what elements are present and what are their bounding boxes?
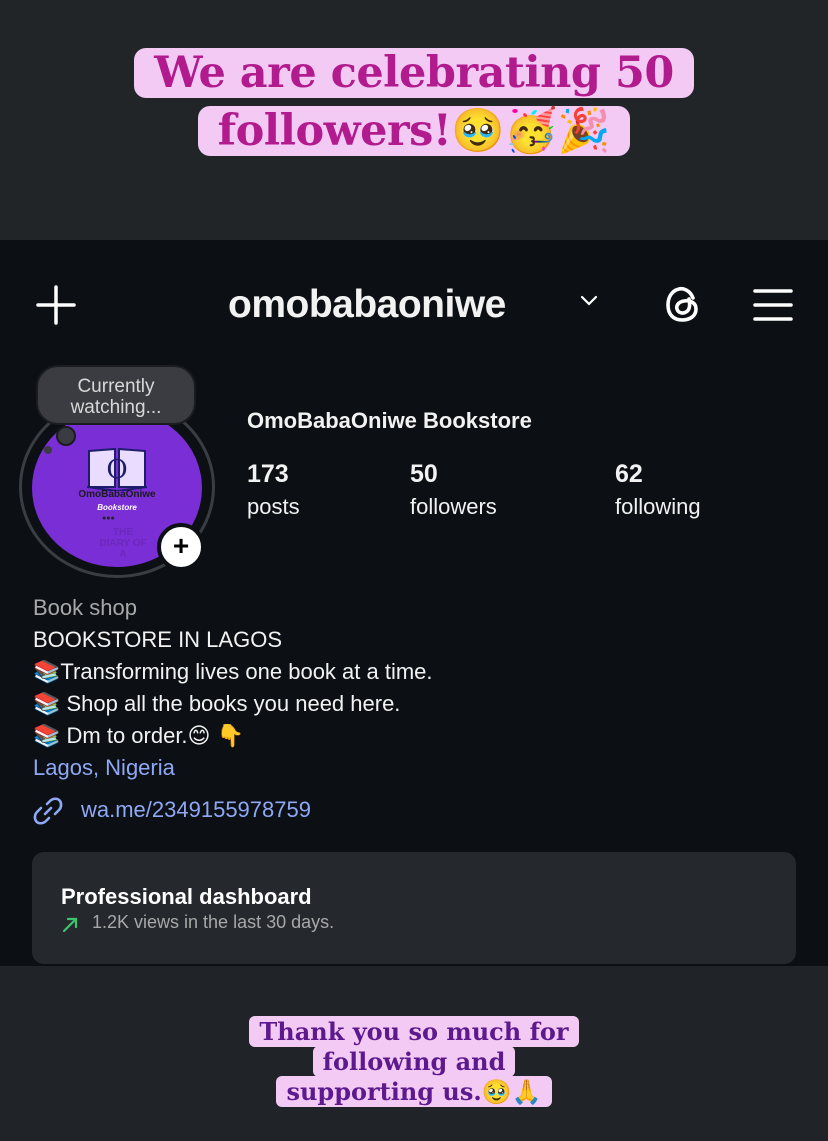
trending-up-arrow-icon — [62, 917, 78, 933]
website-link[interactable]: wa.me/2349155978759 — [81, 795, 311, 825]
chevron-down-icon[interactable] — [580, 295, 598, 307]
avatar-social-icons: ●●● — [102, 515, 115, 522]
hamburger-menu-icon[interactable] — [752, 287, 794, 323]
dashboard-subtitle: 1.2K views in the last 30 days. — [92, 912, 335, 932]
professional-dashboard-card[interactable]: Professional dashboard 1.2K views in the… — [32, 852, 796, 964]
note-line2: watching... — [70, 397, 162, 418]
threads-icon[interactable] — [662, 283, 704, 325]
bio-line-4: 📚 Dm to order.😊 👇 — [33, 723, 244, 748]
currently-watching-note[interactable]: Currently watching... — [36, 365, 196, 425]
following-count[interactable]: 62 — [615, 460, 643, 489]
book-logo-icon: O — [86, 447, 148, 491]
banner-top-line1: We are celebrating 50 — [154, 48, 674, 98]
profile-category: Book shop — [33, 595, 137, 620]
display-name: OmoBabaOniwe Bookstore — [247, 408, 532, 433]
banner-bottom-line1: Thank you so much for — [259, 1017, 569, 1046]
story-banner-top: We are celebrating 50 followers!🥹🥳🎉 — [0, 44, 828, 160]
note-line1: Currently — [77, 376, 155, 397]
followers-count[interactable]: 50 — [410, 460, 438, 489]
create-plus-icon[interactable] — [36, 285, 76, 325]
dashboard-title: Professional dashboard — [61, 884, 312, 909]
location-link[interactable]: Lagos, Nigeria — [33, 753, 175, 783]
add-story-button[interactable]: + — [157, 523, 205, 571]
banner-top-line2: followers!🥹🥳🎉 — [217, 106, 611, 156]
avatar-logo-name: OmoBabaOniwe — [78, 489, 156, 500]
link-icon — [33, 797, 63, 825]
account-switcher-username[interactable]: omobabaoniwe — [228, 280, 506, 330]
avatar-background-text: THE DIARY OF A — [99, 527, 147, 560]
following-label[interactable]: following — [615, 494, 701, 520]
note-bubble-tail-small — [44, 446, 52, 454]
logo-letter: O — [106, 455, 127, 485]
posts-label[interactable]: posts — [247, 494, 300, 520]
banner-bottom-line3: supporting us.🥹🙏 — [286, 1077, 542, 1106]
bio-line-1: BOOKSTORE IN LAGOS — [33, 627, 282, 652]
followers-label[interactable]: followers — [410, 494, 497, 520]
note-bubble-tail — [56, 426, 76, 446]
story-banner-bottom: Thank you so much for following and suppor… — [0, 1016, 828, 1107]
bio-line-2: 📚Transforming lives one book at a time. — [33, 659, 433, 684]
bio-line-3: 📚 Shop all the books you need here. — [33, 691, 401, 716]
posts-count[interactable]: 173 — [247, 460, 289, 489]
banner-bottom-line2: following and — [322, 1047, 506, 1076]
avatar-logo-sub: Bookstore — [97, 503, 137, 512]
